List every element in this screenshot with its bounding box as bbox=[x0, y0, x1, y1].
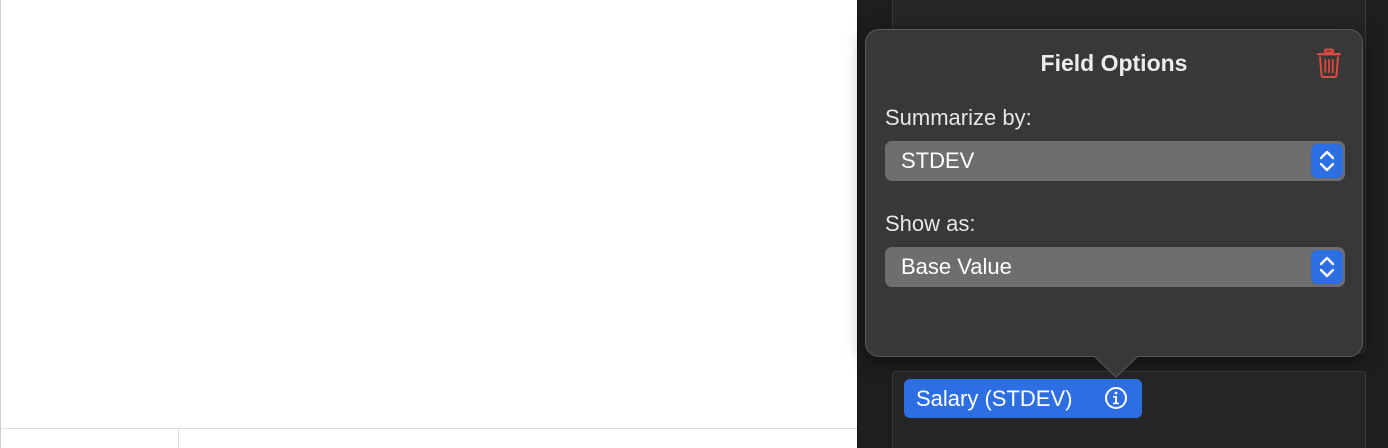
cell-divider bbox=[178, 429, 179, 448]
show-as-label: Show as: bbox=[885, 211, 976, 236]
field-options-popover: Field Options Summarize by: STDEV Show a… bbox=[865, 29, 1363, 378]
summarize-by-select[interactable]: STDEV bbox=[885, 141, 1345, 181]
info-circle-icon[interactable] bbox=[1104, 386, 1128, 410]
salary-field-chip[interactable]: Salary (STDEV) bbox=[904, 379, 1142, 418]
popover-title: Field Options bbox=[1040, 50, 1188, 76]
field-chip-label: Salary (STDEV) bbox=[916, 385, 1073, 411]
sheet-canvas[interactable] bbox=[0, 0, 858, 448]
show-as-value: Base Value bbox=[901, 254, 1012, 279]
popover-arrow bbox=[1094, 355, 1138, 378]
summarize-by-value: STDEV bbox=[901, 148, 975, 173]
sheet-bottom-row bbox=[1, 428, 858, 448]
show-as-select[interactable]: Base Value bbox=[885, 247, 1345, 287]
chevron-up-down-icon bbox=[1311, 144, 1343, 178]
trash-icon[interactable] bbox=[1316, 48, 1342, 78]
summarize-by-label: Summarize by: bbox=[885, 105, 1032, 130]
chevron-up-down-icon bbox=[1311, 250, 1343, 284]
